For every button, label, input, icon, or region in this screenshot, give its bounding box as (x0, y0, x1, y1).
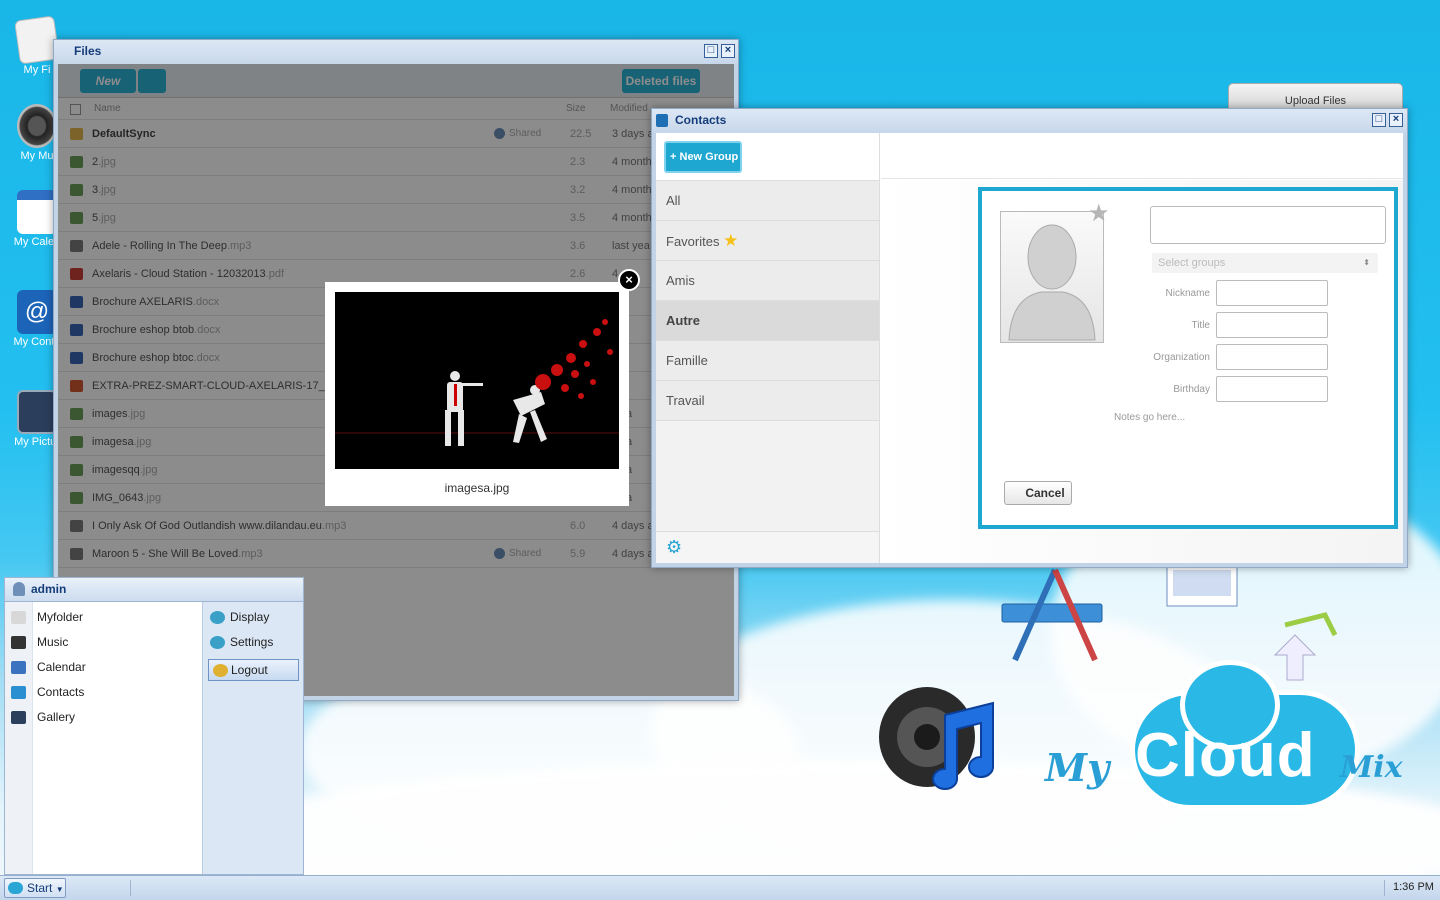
select-arrows-icon: ⬍ (1363, 258, 1370, 267)
group-label: Travail (666, 393, 705, 408)
new-group-button[interactable]: + New Group (664, 141, 742, 173)
window-title: Contacts (675, 113, 727, 127)
maximize-icon[interactable]: □ (704, 44, 718, 58)
title-field[interactable] (1216, 312, 1328, 338)
group-item-famille[interactable]: Famille (656, 341, 879, 381)
username: admin (31, 582, 67, 596)
start-menu: admin Myfolder Music Calendar Contacts Galle… (4, 577, 304, 875)
group-label: Autre (666, 313, 700, 328)
contact-header-bar (881, 133, 1403, 179)
camera-icon (17, 390, 57, 434)
start-menu-item-settings[interactable]: Settings (204, 630, 303, 655)
speaker-music-art-icon (879, 687, 994, 790)
start-menu-item-myfolder[interactable]: Myfolder (5, 605, 202, 630)
group-item-travail[interactable]: Travail (656, 381, 879, 421)
mycloudmix-logo: My Cloud Mix (1040, 650, 1420, 820)
start-menu-system: Display Settings Logout (204, 602, 303, 874)
close-icon[interactable]: × (1389, 113, 1403, 127)
birthday-label: Birthday (1173, 384, 1210, 395)
maximize-icon[interactable]: □ (1372, 113, 1386, 127)
contacts-app-icon (656, 114, 668, 127)
upload-files-button[interactable]: Upload Files (1228, 83, 1403, 111)
new-group-area: + New Group (656, 133, 879, 181)
start-menu-item-calendar[interactable]: Calendar (5, 655, 202, 680)
speaker-icon (11, 636, 26, 649)
select-groups-dropdown[interactable]: Select groups ⬍ (1152, 253, 1378, 273)
group-label: Amis (666, 273, 695, 288)
contacts-window-titlebar[interactable]: Contacts □ × (652, 109, 1407, 133)
preview-picture (335, 292, 619, 469)
lightbox-image (335, 292, 619, 469)
start-menu-item-logout[interactable]: Logout (208, 659, 299, 681)
image-lightbox: imagesa.jpg (325, 282, 629, 506)
gallery-icon (11, 711, 26, 724)
star-icon: ★ (723, 231, 739, 250)
window-title: Files (74, 44, 102, 58)
start-menu-header: admin (5, 578, 303, 602)
chevron-down-icon: ▼ (55, 885, 64, 894)
group-item-amis[interactable]: Amis (656, 261, 879, 301)
group-label: Favorites (666, 234, 720, 249)
sidebar-footer: ⚙ (656, 531, 879, 563)
organization-field[interactable] (1216, 344, 1328, 370)
folder-icon (11, 611, 26, 624)
title-label: Title (1191, 320, 1210, 331)
lightbox-caption: imagesa.jpg (444, 481, 510, 495)
contacts-icon: @ (17, 290, 57, 334)
start-menu-apps: Myfolder Music Calendar Contacts Gallery (5, 602, 203, 874)
contact-edit-form: ★ Select groups ⬍ Nickname Title Organiz… (978, 187, 1398, 529)
group-label: Famille (666, 353, 708, 368)
notes-field[interactable]: Notes go here... (1114, 412, 1185, 423)
contacts-icon (11, 686, 26, 699)
birthday-field[interactable] (1216, 376, 1328, 402)
group-sidebar: + New Group All Favorites ★ Amis Autre Famil… (656, 133, 880, 563)
calendar-icon (11, 661, 26, 674)
group-label: All (666, 193, 681, 208)
start-menu-item-music[interactable]: Music (5, 630, 202, 655)
group-item-all[interactable]: All (656, 181, 879, 221)
calendar-icon (17, 190, 57, 234)
organization-label: Organization (1153, 352, 1210, 363)
display-gear-icon (210, 611, 225, 624)
lightbox-close-icon[interactable]: × (618, 269, 640, 291)
taskbar: Start ▼ 1:36 PM (0, 875, 1440, 900)
settings-gear-icon (210, 636, 225, 649)
clock: 1:36 PM (1393, 881, 1434, 893)
contacts-window: Contacts □ × + New Group All Favorites ★ A… (651, 108, 1408, 568)
group-item-favorites[interactable]: Favorites ★ (656, 221, 879, 261)
start-menu-item-contacts[interactable]: Contacts (5, 680, 202, 705)
taskbar-separator (130, 880, 131, 896)
files-window-titlebar[interactable]: Files □ × (54, 40, 738, 64)
cancel-button[interactable]: Cancel (1004, 481, 1072, 505)
taskbar-separator-right (1384, 880, 1385, 896)
plus-icon: + (670, 151, 677, 163)
speaker-icon (17, 104, 57, 148)
person-placeholder-icon (1008, 224, 1096, 341)
start-button[interactable]: Start ▼ (4, 878, 66, 898)
cloud-start-icon (8, 882, 23, 894)
start-menu-item-gallery[interactable]: Gallery (5, 705, 202, 730)
nickname-field[interactable] (1216, 280, 1328, 306)
group-item-autre[interactable]: Autre (656, 301, 879, 341)
close-icon[interactable]: × (721, 44, 735, 58)
full-name-input[interactable] (1150, 206, 1386, 244)
group-list: All Favorites ★ Amis Autre Famille Travail (656, 181, 879, 421)
favorite-star-icon[interactable]: ★ (1088, 199, 1110, 228)
start-menu-item-display[interactable]: Display (204, 605, 303, 630)
avatar[interactable] (1000, 211, 1104, 343)
key-icon (213, 664, 228, 677)
nickname-label: Nickname (1165, 288, 1210, 299)
settings-gear-icon[interactable]: ⚙ (666, 537, 682, 558)
user-icon (13, 582, 25, 596)
